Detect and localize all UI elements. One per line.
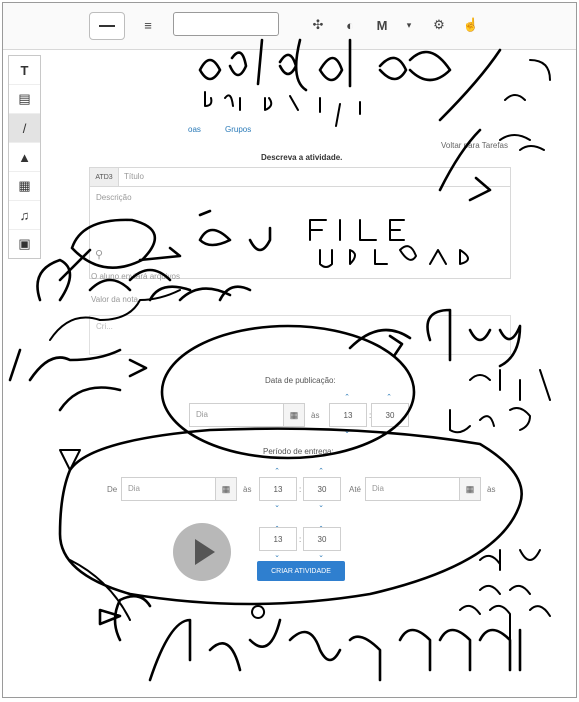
delivery-end-hour-field[interactable]: 13 — [259, 527, 297, 551]
until-label: Até — [349, 485, 362, 494]
delivery-end-minute-field[interactable]: 30 — [303, 527, 341, 551]
nav-tab-partial[interactable]: oas — [188, 125, 201, 134]
hour-down-arrow-icon[interactable]: ⌄ — [259, 501, 295, 509]
minute-up-arrow-icon[interactable]: ⌃ — [371, 393, 407, 401]
minute-down-arrow-icon[interactable]: ⌄ — [371, 427, 407, 435]
section-title: Descreva a atividade. — [261, 153, 343, 162]
calendar-icon[interactable]: ▦ — [215, 478, 236, 500]
minute-down-arrow-icon[interactable]: ⌄ — [303, 501, 339, 509]
play-button[interactable] — [173, 523, 231, 581]
activity-description-box[interactable]: ATD3 Título Descrição — [89, 167, 511, 279]
eraser-icon[interactable]: ◐ — [341, 12, 359, 38]
move-icon[interactable]: ✣ — [309, 12, 327, 38]
pen-tool-icon[interactable]: / — [9, 114, 40, 143]
calendar-icon[interactable]: ▦ — [283, 404, 304, 426]
line-weight-icon: ≡ — [144, 17, 152, 33]
at-label: às — [311, 411, 320, 420]
delivery-start-minute-field[interactable]: 30 — [303, 477, 341, 501]
text-tool-icon[interactable]: T — [9, 56, 40, 85]
music-tool-icon[interactable]: ♫ — [9, 201, 40, 230]
delivery-end-date-field[interactable]: Dia ▦ — [365, 477, 481, 501]
back-to-tasks-link[interactable]: Voltar para Tarefas — [441, 141, 508, 150]
top-toolbar: ≡ ✣ ◐ M ▾ ⚙ ☝ — [3, 3, 576, 50]
hour-up-arrow-icon[interactable]: ⌃ — [329, 393, 365, 401]
line-weight-dropdown[interactable]: ≡ — [135, 12, 161, 38]
line-icon — [99, 25, 115, 27]
text-input-field[interactable] — [173, 12, 279, 36]
publication-date-field[interactable]: Dia ▦ — [189, 403, 305, 427]
publication-date-title: Data de publicação: — [265, 376, 336, 385]
play-icon — [195, 539, 215, 565]
activity-code-label: ATD3 — [90, 168, 119, 187]
minute-up-arrow-icon[interactable]: ⌃ — [303, 467, 339, 475]
delivery-period-title: Período de entrega: — [263, 447, 334, 456]
gear-icon[interactable]: ⚙ — [427, 12, 451, 38]
tool-palette: T ▤ / ▲ ▦ ♫ ▣ — [8, 55, 41, 259]
delivery-start-hour-field[interactable]: 13 — [259, 477, 297, 501]
line-tool-button[interactable] — [89, 12, 125, 40]
nav-tab-grupos[interactable]: Grupos — [225, 125, 251, 134]
shape-tool-icon[interactable]: ▲ — [9, 143, 40, 172]
description-input[interactable]: Descrição — [96, 193, 132, 202]
activity-form-page: oas Grupos Voltar para Tarefas Descreva … — [39, 49, 576, 697]
hand-icon[interactable]: ☝ — [463, 12, 479, 38]
hour-down-arrow-icon[interactable]: ⌄ — [259, 551, 295, 559]
grade-placeholder: Cri... — [96, 322, 113, 331]
from-label: De — [107, 485, 118, 494]
whiteboard-window: ≡ ✣ ◐ M ▾ ⚙ ☝ T ▤ / ▲ ▦ ♫ ▣ oas Grupos V… — [2, 2, 577, 698]
paperclip-icon[interactable]: ⚲ — [95, 248, 103, 261]
title-input[interactable]: Título — [124, 172, 144, 181]
hour-down-arrow-icon[interactable]: ⌄ — [329, 427, 365, 435]
note-tool-icon[interactable]: ▤ — [9, 85, 40, 114]
image-tool-icon[interactable]: ▦ — [9, 172, 40, 201]
calendar-icon[interactable]: ▦ — [459, 478, 480, 500]
chevron-down-icon[interactable]: ▾ — [403, 12, 415, 38]
publication-minute-field[interactable]: 30 — [371, 403, 409, 427]
publication-hour-field[interactable]: 13 — [329, 403, 367, 427]
delivery-start-date-field[interactable]: Dia ▦ — [121, 477, 237, 501]
divider — [118, 186, 510, 187]
frame-tool-icon[interactable]: ▣ — [9, 230, 40, 258]
grade-box[interactable]: Cri... — [89, 315, 511, 355]
hour-up-arrow-icon[interactable]: ⌃ — [259, 467, 295, 475]
marker-m-button[interactable]: M — [369, 12, 395, 38]
grade-label: Valor da nota — [91, 295, 138, 304]
minute-down-arrow-icon[interactable]: ⌄ — [303, 551, 339, 559]
create-activity-button[interactable]: CRIAR ATIVIDADE — [257, 561, 345, 581]
student-upload-checkbox[interactable]: O aluno enviará arquivos — [91, 272, 180, 281]
